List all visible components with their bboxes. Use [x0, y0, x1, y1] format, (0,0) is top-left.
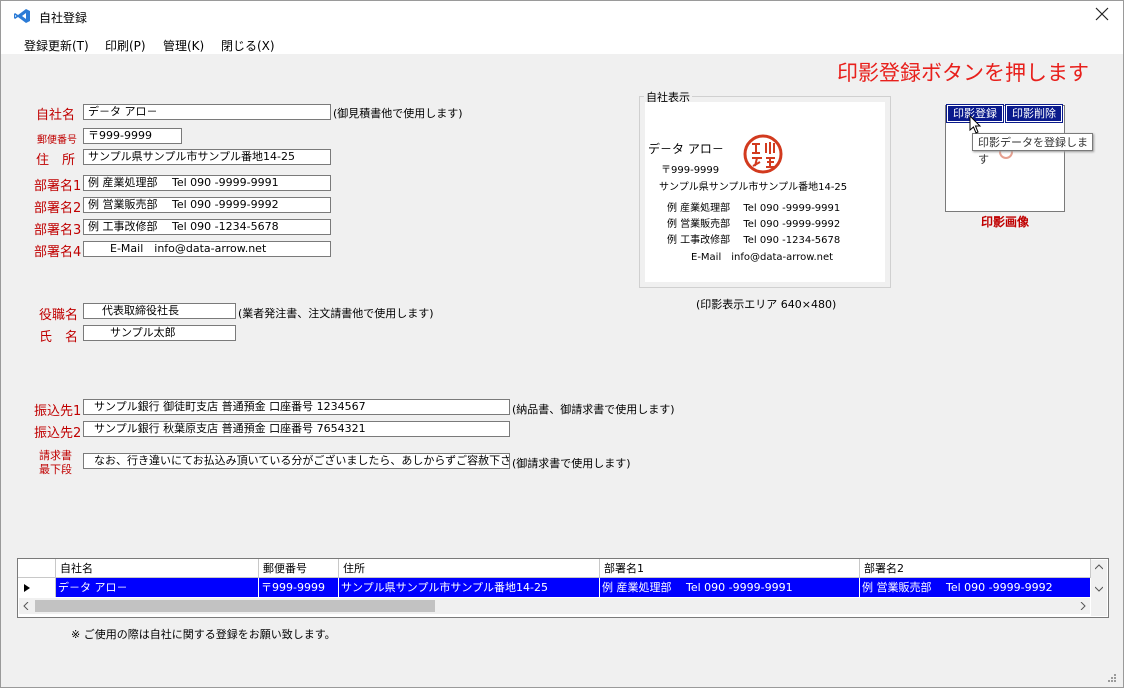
address-label: 住 所	[36, 153, 76, 168]
bank2-input[interactable]: サンプル銀行 秋葉原支店 普通預金 口座番号 7654321	[83, 421, 510, 437]
menu-item-print[interactable]: 印刷(P)	[105, 37, 146, 54]
dept1-input[interactable]: 例 産業処理部 Tel 090 -9999-9991	[83, 175, 331, 191]
preview-postal: 〒999-9999	[661, 165, 720, 176]
register-stamp-tooltip: 印影データを登録します	[972, 133, 1093, 166]
company-note: (御見積書他で使用します)	[333, 107, 463, 120]
dept3-label: 部署名3	[34, 223, 82, 238]
mouse-cursor-icon	[969, 115, 982, 134]
company-name-input[interactable]: デ－タ アロ－	[83, 104, 331, 120]
table-cell-postal[interactable]: 〒999-9999	[259, 578, 339, 597]
grid-header-address[interactable]: 住所	[339, 559, 600, 578]
footer-note: ※ ご使用の際は自社に関する登録をお願い致します。	[71, 628, 336, 641]
table-row-selector[interactable]	[18, 578, 56, 597]
stamp-image-caption: 印影画像	[981, 215, 1030, 229]
table-cell-dept1[interactable]: 例 産業処理部 Tel 090 -9999-9991	[600, 578, 860, 597]
vertical-scrollbar[interactable]	[1091, 560, 1107, 616]
dept3-input[interactable]: 例 工事改修部 Tel 090 -1234-5678	[83, 219, 331, 235]
grid-header-dept1[interactable]: 部署名1	[600, 559, 860, 578]
bank1-label: 振込先1	[34, 404, 82, 419]
horizontal-scroll-thumb[interactable]	[35, 600, 435, 612]
invoice-footer-note: (御請求書で使用します)	[512, 457, 631, 470]
company-label: 自社名	[36, 108, 76, 123]
preview-address: サンプル県サンプル市サンプル番地14-25	[659, 182, 848, 193]
scroll-left-icon[interactable]	[23, 602, 29, 610]
preview-company: デ－タ アロ－	[648, 142, 724, 156]
dept2-input[interactable]: 例 営業販売部 Tel 090 -9999-9992	[83, 197, 331, 213]
postal-label: 郵便番号	[37, 135, 77, 146]
position-input[interactable]: 代表取締役社長	[83, 303, 236, 319]
app-window: 自社登録 登録更新(T) 印刷(P) 管理(K) 閉じる(X) 印影登録ボタンを…	[0, 0, 1124, 688]
postal-code-input[interactable]: 〒999-9999	[83, 128, 182, 144]
grid-header-dept2[interactable]: 部署名2	[860, 559, 1091, 578]
bank1-note: (納品書、御請求書で使用します)	[512, 403, 675, 416]
dept2-label: 部署名2	[34, 201, 82, 216]
grid-corner-header	[18, 559, 56, 578]
menu-item-close[interactable]: 閉じる(X)	[221, 37, 275, 54]
scroll-down-icon[interactable]	[1095, 586, 1103, 592]
table-cell-company[interactable]: デ－タ アロ－	[56, 578, 259, 597]
invoice-footer-label-line2: 最下段	[39, 463, 72, 476]
delete-stamp-button[interactable]: 印影削除	[1005, 104, 1063, 123]
table-cell-address[interactable]: サンプル県サンプル市サンプル番地14-25	[339, 578, 600, 597]
close-icon[interactable]	[1095, 7, 1109, 21]
address-input[interactable]: サンプル県サンプル市サンプル番地14-25	[83, 149, 331, 165]
scroll-right-icon[interactable]	[1080, 602, 1086, 610]
preview-dept2: 例 営業販売部 Tel 090 -9999-9992	[667, 219, 841, 230]
visual-studio-app-icon	[14, 9, 30, 23]
window-title: 自社登録	[39, 11, 88, 25]
person-name-label: 氏 名	[39, 330, 79, 345]
bank1-input[interactable]: サンプル銀行 御徒町支店 普通預金 口座番号 1234567	[83, 399, 510, 415]
menu-item-update[interactable]: 登録更新(T)	[24, 37, 89, 54]
position-note: (業者発注書、注文請書他で使用します)	[238, 307, 434, 320]
hanko-seal-icon	[743, 134, 783, 174]
instruction-hint: 印影登録ボタンを押します	[837, 61, 1089, 85]
horizontal-scrollbar[interactable]	[19, 598, 1090, 614]
resize-grip-icon[interactable]	[1105, 671, 1117, 683]
menu-item-manage[interactable]: 管理(K)	[163, 37, 204, 54]
bank2-label: 振込先2	[34, 426, 82, 441]
display-area-caption: (印影表示エリア 640×480)	[696, 298, 837, 311]
grid-header-postal[interactable]: 郵便番号	[259, 559, 339, 578]
grid-header-company[interactable]: 自社名	[56, 559, 259, 578]
company-records-grid: 自社名 郵便番号 住所 部署名1 部署名2 デ－タ アロ－ 〒999-9999 …	[17, 558, 1109, 618]
dept4-input[interactable]: E-Mail info@data-arrow.net	[83, 241, 331, 257]
preview-email: E-Mail info@data-arrow.net	[691, 252, 834, 263]
row-pointer-icon	[24, 584, 30, 592]
person-name-input[interactable]: サンプル太郎	[83, 325, 236, 341]
preview-dept1: 例 産業処理部 Tel 090 -9999-9991	[667, 203, 841, 214]
invoice-footer-input[interactable]: なお、行き違いにてお払込み頂いている分がございましたら、あしからずご容赦下さい。	[83, 453, 510, 469]
preview-dept3: 例 工事改修部 Tel 090 -1234-5678	[667, 235, 841, 246]
dept4-label: 部署名4	[34, 245, 82, 260]
scroll-up-icon[interactable]	[1095, 564, 1103, 570]
dept1-label: 部署名1	[34, 179, 82, 194]
table-cell-dept2[interactable]: 例 営業販売部 Tel 090 -9999-9992	[860, 578, 1091, 597]
title-bar: 自社登録	[1, 1, 1123, 32]
position-label: 役職名	[39, 308, 79, 323]
